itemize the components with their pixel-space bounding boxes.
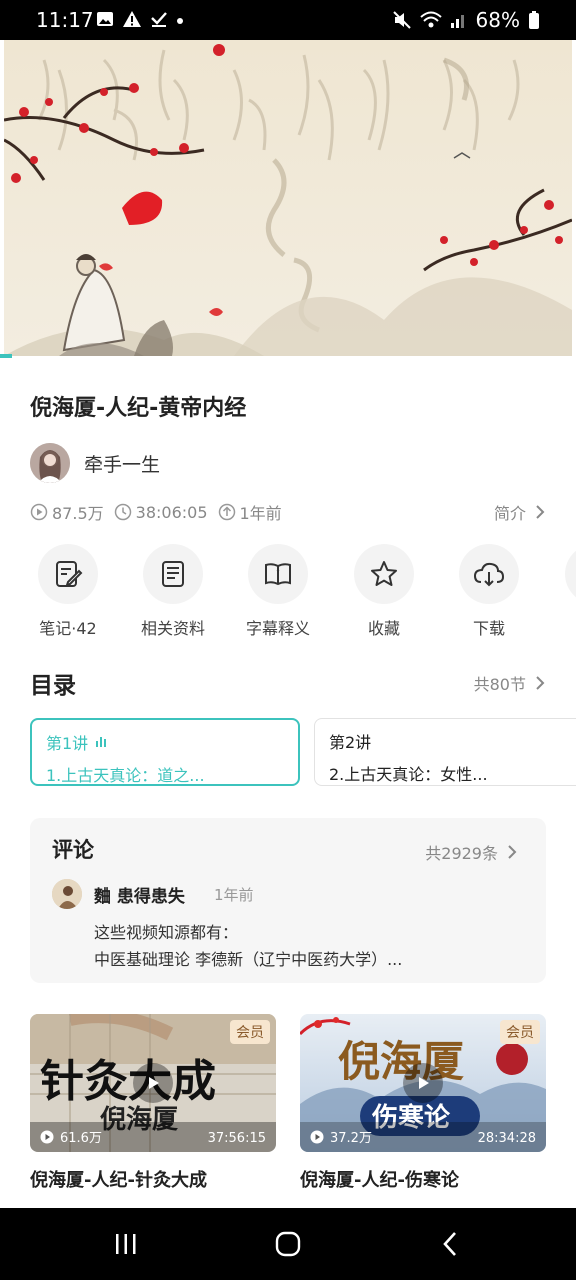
note-edit-icon[interactable] <box>38 544 98 604</box>
video-duration: 28:34:28 <box>477 1131 536 1146</box>
play-icon[interactable] <box>133 1063 173 1103</box>
action-label: 下载 <box>472 619 505 638</box>
episode-number: 第2讲 <box>329 733 372 752</box>
action-bar: 笔记·42 相关资料 字幕释义 收藏 下载 <box>0 544 576 644</box>
views-count: 37.2万 <box>310 1127 372 1146</box>
clock-icon <box>114 503 131 521</box>
duration-value: 38:06:05 <box>135 502 208 522</box>
recommend-title[interactable]: 倪海厦-人纪-针灸大成 <box>30 1166 276 1192</box>
action-label: 笔记·42 <box>39 619 97 638</box>
commenter-name[interactable]: 麯 患得患失 <box>94 882 185 907</box>
chevron-right-icon <box>536 676 545 690</box>
notes-button[interactable]: 笔记·42 <box>18 544 118 639</box>
intro-label[interactable]: 简介 <box>494 500 526 524</box>
playing-bars-icon <box>96 737 107 747</box>
subtitles-button[interactable]: 字幕释义 <box>228 544 328 639</box>
comments-count-link[interactable]: 共2929条 <box>425 840 520 864</box>
signal-icon <box>450 15 464 28</box>
battery-percent: 68% <box>475 8 520 32</box>
action-label: 收藏 <box>367 619 400 638</box>
duration-stat: 38:06:05 <box>114 503 208 522</box>
back-icon <box>443 1232 456 1256</box>
cloud-download-icon[interactable] <box>459 544 519 604</box>
episode-title: 2.上古天真论：女性... <box>329 765 488 784</box>
course-stats: 87.5万 38:06:05 1年前 <box>30 500 292 524</box>
views-count: 61.6万 <box>40 1127 102 1146</box>
play-count-icon <box>40 1130 54 1143</box>
thumbnail-title-text: 针灸大成 <box>40 1056 216 1107</box>
favorite-button[interactable]: 收藏 <box>334 544 434 639</box>
more-action-partial[interactable] <box>565 544 576 604</box>
episode-title: 1.上古天真论：道之... <box>46 766 205 785</box>
author-name[interactable]: 牵手一生 <box>84 450 160 477</box>
episode-card[interactable]: 第2讲 2.上古天真论：女性... <box>314 718 576 786</box>
episode-number-text: 第1讲 <box>46 734 89 753</box>
system-indicators: 68% <box>392 8 540 32</box>
plays-value: 87.5万 <box>52 504 104 523</box>
author-row[interactable]: 牵手一生 <box>30 443 160 483</box>
plays-stat: 87.5万 <box>30 500 104 524</box>
recommend-thumbnail[interactable]: 倪海厦 伤寒论 会员 37.2万 28:34:28 <box>300 1014 546 1152</box>
recommend-card[interactable]: 针灸大成 倪海厦 会员 61.6万 37:56:15 倪海厦-人纪-针灸大成 <box>30 1014 276 1192</box>
upload-time-icon <box>218 503 235 521</box>
recent-apps-button[interactable] <box>106 1228 146 1260</box>
materials-button[interactable]: 相关资料 <box>123 544 223 639</box>
image-icon <box>97 12 113 26</box>
status-time: 11:17 <box>36 8 94 32</box>
catalog-heading: 目录 <box>30 673 76 699</box>
comments-count[interactable]: 共2929条 <box>425 840 498 864</box>
member-badge: 会员 <box>230 1020 270 1044</box>
video-player[interactable] <box>4 40 572 356</box>
episode-number: 第1讲 <box>46 730 284 754</box>
notification-icons <box>96 10 184 28</box>
chevron-right-icon <box>508 845 517 859</box>
video-duration: 37:56:15 <box>207 1131 266 1146</box>
upload-stat: 1年前 <box>218 500 282 524</box>
recommend-card[interactable]: 倪海厦 伤寒论 会员 37.2万 28:34:28 倪海厦-人纪-伤寒论 <box>300 1014 546 1192</box>
home-icon <box>275 1231 301 1257</box>
book-info-icon[interactable] <box>248 544 308 604</box>
dot-icon <box>177 18 183 24</box>
download-done-icon <box>151 12 167 27</box>
back-button[interactable] <box>430 1228 470 1260</box>
comments-heading: 评论 <box>52 838 94 862</box>
comment-text-line: 这些视频知源都有： <box>94 923 239 942</box>
comment-text-line: 中医基础理论 李德新（辽宁中医药大学）... <box>94 950 403 969</box>
star-icon[interactable] <box>354 544 414 604</box>
document-icon[interactable] <box>143 544 203 604</box>
member-badge: 会员 <box>500 1020 540 1044</box>
video-progress[interactable] <box>0 354 12 358</box>
commenter-avatar[interactable] <box>52 879 82 909</box>
course-title: 倪海厦-人纪-黄帝内经 <box>30 396 247 421</box>
wifi-icon <box>419 11 442 28</box>
intro-link[interactable]: 简介 <box>494 500 548 524</box>
comment-time: 1年前 <box>214 886 254 904</box>
play-count-icon <box>30 503 48 521</box>
video-artwork <box>4 40 572 356</box>
thumbnail-title-text: 倪海厦 <box>338 1037 464 1086</box>
home-button[interactable] <box>268 1228 308 1260</box>
action-label: 字幕释义 <box>245 619 310 638</box>
status-bar: 11:17 68% <box>0 0 576 40</box>
recent-apps-icon <box>116 1234 136 1254</box>
catalog-count[interactable]: 共80节 <box>474 671 526 695</box>
views-value: 37.2万 <box>330 1131 372 1146</box>
views-value: 61.6万 <box>60 1131 102 1146</box>
action-label: 相关资料 <box>140 619 205 638</box>
upload-value: 1年前 <box>239 504 282 523</box>
battery-icon <box>529 11 539 29</box>
chevron-right-icon <box>536 505 545 519</box>
warning-icon <box>123 11 141 27</box>
recommend-thumbnail[interactable]: 针灸大成 倪海厦 会员 61.6万 37:56:15 <box>30 1014 276 1152</box>
episode-card-active[interactable]: 第1讲 1.上古天真论：道之... <box>30 718 300 786</box>
recommend-title[interactable]: 倪海厦-人纪-伤寒论 <box>300 1166 546 1192</box>
catalog-count-link[interactable]: 共80节 <box>474 671 548 695</box>
author-avatar[interactable] <box>30 443 70 483</box>
play-icon[interactable] <box>403 1063 443 1103</box>
download-button[interactable]: 下载 <box>439 544 539 639</box>
comments-section[interactable]: 评论 共2929条 麯 患得患失 1年前 这些视频知源都有： 中医基础理论 李德… <box>30 818 546 983</box>
mute-icon <box>392 11 411 29</box>
system-nav-bar <box>0 1208 576 1280</box>
play-count-icon <box>310 1130 324 1143</box>
